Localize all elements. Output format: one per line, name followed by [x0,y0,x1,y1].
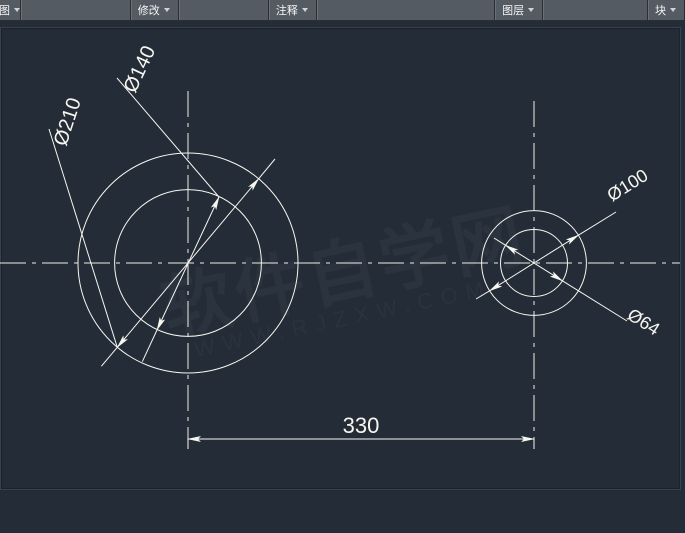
dim-d100-ext1 [476,291,490,299]
dim-d140-ext1 [142,330,157,362]
dim-d210-ext1 [101,347,117,366]
menu-view[interactable]: 图 [0,0,21,20]
dim-d100-leader [578,212,616,235]
menu-block[interactable]: 块 [648,0,685,20]
chevron-down-icon [14,8,20,12]
dim-d64-ext1 [494,238,506,245]
drawing-svg: Ø140 Ø210 Ø100 Ø64 330 [0,21,685,533]
chevron-down-icon [528,8,534,12]
menu-layer[interactable]: 图层 [495,0,543,20]
chevron-down-icon [164,8,170,12]
toolbar-spacer [317,0,495,20]
menu-modify[interactable]: 修改 [131,0,179,20]
dim-330-label: 330 [343,413,380,438]
menu-annotate-label: 注释 [276,2,298,18]
menu-layer-label: 图层 [502,2,524,18]
chevron-down-icon [302,8,308,12]
cad-canvas[interactable]: 软件自学网 WWW.RJZXW.COM [0,21,685,533]
dim-d64-label: Ø64 [624,304,663,339]
dim-d210-label: Ø210 [50,95,86,148]
menu-view-label: 图 [0,2,10,18]
toolbar-spacer [21,0,131,20]
chevron-down-icon [670,8,676,12]
dim-d210-ext2 [259,159,275,179]
dim-d100-label: Ø100 [604,165,652,205]
dim-d140-label: Ø140 [120,42,161,96]
menu-modify-label: 修改 [138,2,160,18]
toolbar-spacer [179,0,269,20]
menu-block-label: 块 [655,2,666,18]
dim-d140-leader [117,78,219,197]
toolbar-spacer [543,0,648,20]
menu-annotate[interactable]: 注释 [269,0,317,20]
menu-toolbar: 图 修改 注释 图层 块 [0,0,685,21]
dim-d210-leader [49,129,117,347]
dim-d64-leader [562,281,627,321]
